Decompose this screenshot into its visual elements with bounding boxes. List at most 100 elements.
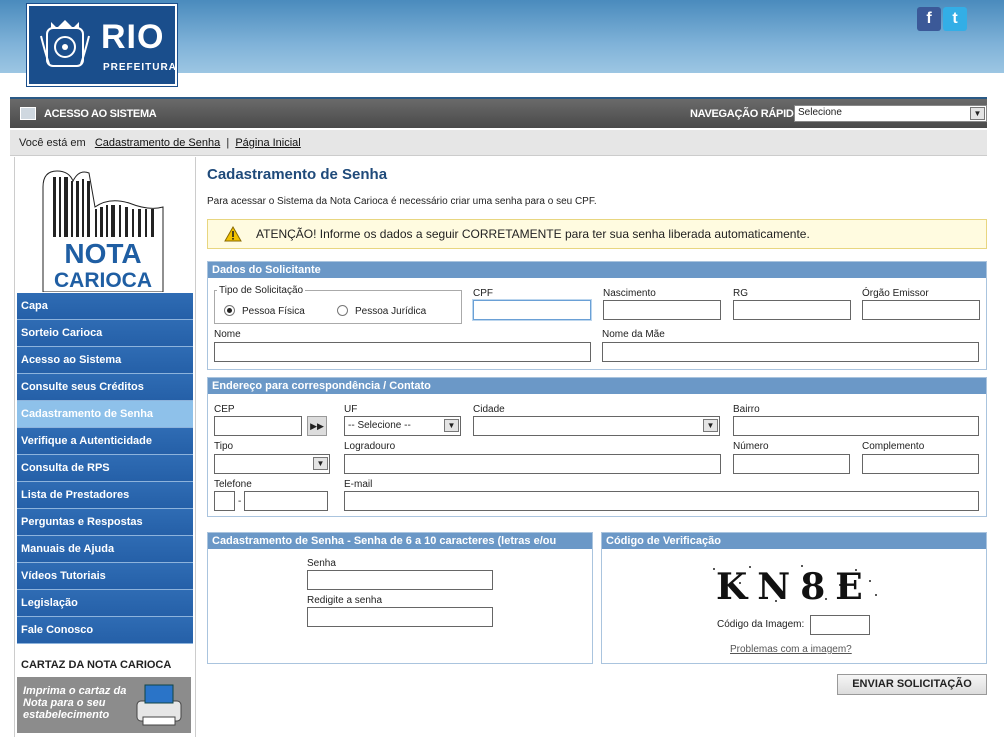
computer-icon (20, 107, 36, 120)
logo-text-prefeitura: PREFEITURA (103, 62, 177, 73)
bairro-label: Bairro (733, 404, 760, 415)
cpf-input[interactable] (473, 300, 591, 320)
cep-input[interactable] (214, 416, 302, 436)
prefeitura-logo[interactable]: RIO PREFEITURA (27, 4, 177, 86)
senha-header: Cadastramento de Senha - Senha de 6 a 10… (208, 533, 592, 549)
cartaz-text: Imprima o cartaz da Nota para o seu esta… (23, 685, 127, 721)
nome-input[interactable] (214, 342, 591, 362)
orgao-emissor-label: Órgão Emissor (862, 288, 929, 299)
page-title: Cadastramento de Senha (207, 166, 388, 183)
sidebar-item-legislacao[interactable]: Legislação (17, 590, 193, 617)
pessoa-juridica-label: Pessoa Jurídica (355, 306, 427, 317)
cartaz-title: CARTAZ DA NOTA CARIOCA (21, 659, 172, 671)
codigo-imagem-input[interactable] (810, 615, 870, 635)
bairro-input[interactable] (733, 416, 979, 436)
senha-label: Senha (307, 558, 336, 569)
cep-label: CEP (214, 404, 235, 415)
problemas-imagem-link[interactable]: Problemas com a imagem? (730, 644, 852, 655)
verificacao-section: Código de Verificação KN8E Código da Ima… (601, 532, 987, 664)
rg-label: RG (733, 288, 748, 299)
sidebar-item-videos-tutoriais[interactable]: Vídeos Tutoriais (17, 563, 193, 590)
quick-nav-value: Selecione (798, 107, 842, 118)
solicitante-section: Dados do Solicitante Tipo de Solicitação… (207, 261, 987, 370)
chevron-down-icon[interactable]: ▼ (703, 419, 718, 432)
telefone-label: Telefone (214, 479, 252, 490)
nota-carioca-logo[interactable]: NOTA CARIOCA (39, 167, 169, 292)
codigo-imagem-label: Código da Imagem: (717, 619, 805, 630)
uf-value: -- Selecione -- (348, 420, 411, 431)
sidebar-item-sorteio-carioca[interactable]: Sorteio Carioca (17, 320, 193, 347)
chevron-down-icon[interactable]: ▼ (444, 419, 459, 432)
sidebar-item-capa[interactable]: Capa (17, 293, 193, 320)
endereco-header: Endereço para correspondência / Contato (208, 378, 986, 394)
facebook-icon[interactable]: f (917, 7, 941, 31)
breadcrumb: Você está em Cadastramento de Senha | Pá… (10, 130, 987, 156)
cidade-select[interactable]: ▼ (473, 416, 720, 436)
tipo-select[interactable]: ▼ (214, 454, 330, 474)
orgao-emissor-input[interactable] (862, 300, 980, 320)
quick-nav-label: NAVEGAÇÃO RÁPIDA (690, 108, 802, 120)
sidebar-item-manuais-de-ajuda[interactable]: Manuais de Ajuda (17, 536, 193, 563)
chevron-down-icon[interactable]: ▼ (970, 107, 985, 120)
breadcrumb-separator: | (226, 137, 230, 149)
logradouro-label: Logradouro (344, 441, 396, 452)
warning-alert: ATENÇÃO! Informe os dados a seguir CORRE… (207, 219, 987, 249)
access-title: ACESSO AO SISTEMA (44, 108, 157, 120)
captcha-image: KN8E (706, 561, 884, 607)
sidebar-item-cadastramento-de-senha[interactable]: Cadastramento de Senha (17, 401, 193, 428)
nota-logo-text: NOTA (64, 238, 141, 269)
sidebar-item-consulte-seus-creditos[interactable]: Consulte seus Créditos (17, 374, 193, 401)
cartaz-banner[interactable]: Imprima o cartaz da Nota para o seu esta… (17, 677, 191, 733)
sidebar-menu: Capa Sorteio Carioca Acesso ao Sistema Cons… (17, 293, 193, 644)
tipo-label: Tipo (214, 441, 234, 452)
email-input[interactable] (344, 491, 979, 511)
verificacao-header: Código de Verificação (602, 533, 986, 549)
nome-mae-label: Nome da Mãe (602, 329, 665, 340)
enviar-solicitacao-button[interactable]: ENVIAR SOLICITAÇÃO (837, 674, 987, 695)
endereco-section: Endereço para correspondência / Contato … (207, 377, 987, 517)
crest-icon (40, 20, 90, 67)
redigite-senha-input[interactable] (307, 607, 493, 627)
cidade-label: Cidade (473, 404, 505, 415)
rg-input[interactable] (733, 300, 851, 320)
breadcrumb-home-link[interactable]: Página Inicial (235, 137, 300, 149)
printer-icon (136, 684, 182, 726)
uf-select[interactable]: -- Selecione -- ▼ (344, 416, 461, 436)
complemento-input[interactable] (862, 454, 979, 474)
sidebar-item-fale-conosco[interactable]: Fale Conosco (17, 617, 193, 644)
redigite-senha-label: Redigite a senha (307, 595, 383, 606)
twitter-icon[interactable]: t (943, 7, 967, 31)
telefone-separator: - (238, 496, 242, 507)
logradouro-input[interactable] (344, 454, 721, 474)
sidebar-item-perguntas-e-respostas[interactable]: Perguntas e Respostas (17, 509, 193, 536)
alert-text: ATENÇÃO! Informe os dados a seguir CORRE… (256, 227, 810, 241)
sidebar-item-lista-de-prestadores[interactable]: Lista de Prestadores (17, 482, 193, 509)
sidebar-item-acesso-ao-sistema[interactable]: Acesso ao Sistema (17, 347, 193, 374)
chevron-down-icon[interactable]: ▼ (313, 457, 328, 470)
quick-nav-select[interactable]: Selecione ▼ (794, 105, 987, 122)
numero-input[interactable] (733, 454, 850, 474)
breadcrumb-current-link[interactable]: Cadastramento de Senha (95, 137, 220, 149)
nome-mae-input[interactable] (602, 342, 979, 362)
tipo-solicitacao-legend: Tipo de Solicitação (217, 285, 306, 296)
senha-section: Cadastramento de Senha - Senha de 6 a 10… (207, 532, 593, 664)
cpf-label: CPF (473, 288, 493, 299)
cep-search-button[interactable]: ▶▶ (307, 416, 327, 436)
warning-icon (224, 226, 242, 242)
telefone-number-input[interactable] (244, 491, 328, 511)
uf-label: UF (344, 404, 358, 415)
numero-label: Número (733, 441, 769, 452)
nome-label: Nome (214, 329, 241, 340)
telefone-ddd-input[interactable] (214, 491, 235, 511)
breadcrumb-prefix: Você está em (19, 137, 86, 149)
logo-text-rio: RIO (101, 18, 165, 56)
complemento-label: Complemento (862, 441, 925, 452)
sidebar-item-consulta-de-rps[interactable]: Consulta de RPS (17, 455, 193, 482)
pessoa-fisica-label: Pessoa Física (242, 306, 305, 317)
sidebar-item-verifique-a-autenticidade[interactable]: Verifique a Autenticidade (17, 428, 193, 455)
pessoa-juridica-radio[interactable] (337, 305, 348, 316)
nascimento-label: Nascimento (603, 288, 656, 299)
senha-input[interactable] (307, 570, 493, 590)
pessoa-fisica-radio[interactable] (224, 305, 235, 316)
nascimento-input[interactable] (603, 300, 721, 320)
